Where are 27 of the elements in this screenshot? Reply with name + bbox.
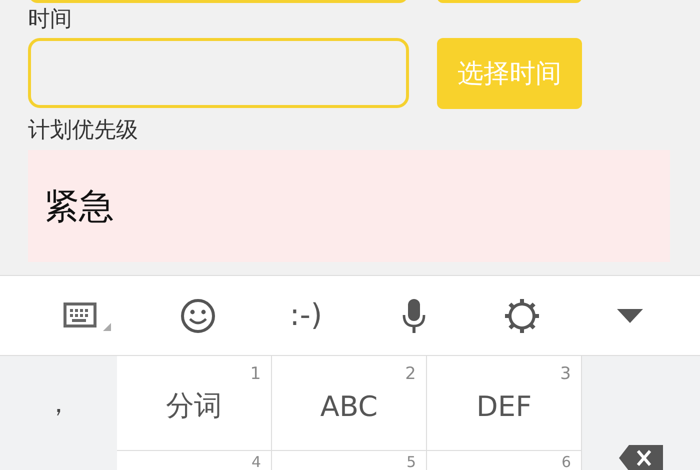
key-number: 4	[251, 453, 261, 470]
keyboard-key[interactable]: 5	[272, 451, 427, 470]
key-number: 1	[250, 364, 261, 384]
emoticon-key[interactable]: :-)	[290, 298, 322, 333]
priority-value: 紧急	[44, 186, 114, 228]
key-number: 2	[405, 364, 416, 384]
keyboard-key[interactable]: 4	[117, 451, 272, 470]
key-label: ABC	[320, 390, 378, 422]
key-number: 3	[560, 364, 571, 384]
microphone-icon[interactable]	[401, 298, 427, 334]
settings-icon[interactable]	[504, 298, 540, 334]
priority-label: 计划优先级	[28, 117, 138, 145]
key-label: DEF	[476, 390, 532, 422]
comma-key[interactable]: ，	[0, 356, 117, 451]
smiley-icon[interactable]	[180, 298, 216, 334]
priority-field[interactable]: 紧急	[28, 150, 670, 262]
key-number: 6	[561, 453, 571, 470]
keyboard-key[interactable]: 3 DEF	[427, 356, 582, 451]
keyboard-key[interactable]: 1 分词	[117, 356, 272, 451]
key-label: 分词	[166, 388, 222, 424]
keyboard-key[interactable]: 2 ABC	[272, 356, 427, 451]
time-label: 时间	[28, 6, 72, 34]
keyboard-key[interactable]: 6	[427, 451, 582, 470]
dropdown-arrow-icon[interactable]	[617, 308, 643, 322]
time-input-field[interactable]	[28, 38, 409, 108]
key-number: 5	[406, 453, 416, 470]
backspace-icon[interactable]	[619, 445, 663, 470]
